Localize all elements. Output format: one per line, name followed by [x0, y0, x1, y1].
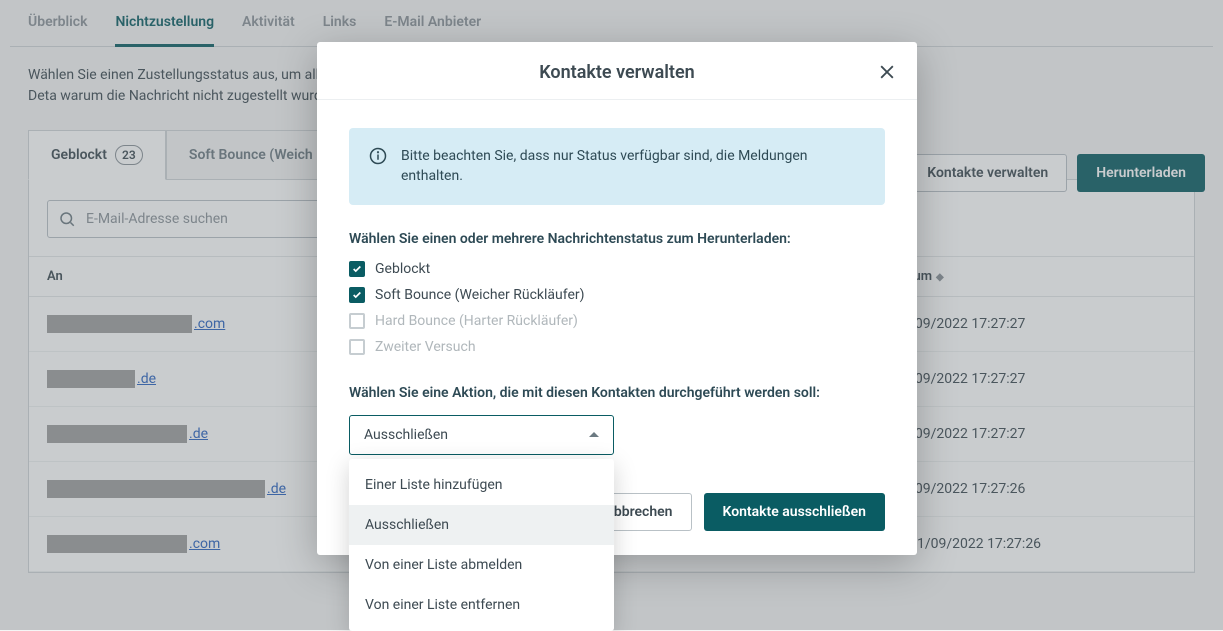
checkbox-geblockt[interactable]: Geblockt — [349, 261, 885, 277]
status-section-label: Wählen Sie einen oder mehrere Nachrichte… — [349, 231, 885, 247]
checkbox-label: Zweiter Versuch — [375, 339, 476, 355]
checkbox-box — [349, 261, 365, 277]
option-einer-liste-hinzufügen[interactable]: Einer Liste hinzufügen — [349, 465, 614, 505]
checkbox-label: Hard Bounce (Harter Rückläufer) — [375, 313, 578, 329]
info-banner: Bitte beachten Sie, dass nur Status verf… — [349, 128, 885, 205]
modal-title: Kontakte verwalten — [539, 62, 694, 83]
close-icon[interactable] — [873, 58, 901, 90]
checkbox-zweiter: Zweiter Versuch — [349, 339, 885, 355]
checkbox-label: Soft Bounce (Weicher Rückläufer) — [375, 287, 584, 303]
confirm-button[interactable]: Kontakte ausschließen — [704, 493, 886, 531]
checkbox-box — [349, 339, 365, 355]
option-von-einer-liste-abmelden[interactable]: Von einer Liste abmelden — [349, 545, 614, 585]
checkbox-box — [349, 313, 365, 329]
action-section-label: Wählen Sie eine Aktion, die mit diesen K… — [349, 385, 885, 401]
action-select[interactable]: Ausschließen — [349, 415, 614, 455]
action-dropdown: Einer Liste hinzufügenAusschließenVon ei… — [349, 459, 614, 631]
option-ausschließen[interactable]: Ausschließen — [349, 505, 614, 545]
checkbox-label: Geblockt — [375, 261, 430, 277]
action-select-value: Ausschließen — [364, 427, 448, 443]
manage-contacts-modal: Kontakte verwalten Bitte beachten Sie, d… — [317, 42, 917, 555]
checkbox-box — [349, 287, 365, 303]
caret-up-icon — [589, 432, 599, 437]
info-icon — [369, 147, 387, 165]
option-von-einer-liste-entfernen[interactable]: Von einer Liste entfernen — [349, 585, 614, 625]
checkbox-soft[interactable]: Soft Bounce (Weicher Rückläufer) — [349, 287, 885, 303]
checkbox-hard: Hard Bounce (Harter Rückläufer) — [349, 313, 885, 329]
